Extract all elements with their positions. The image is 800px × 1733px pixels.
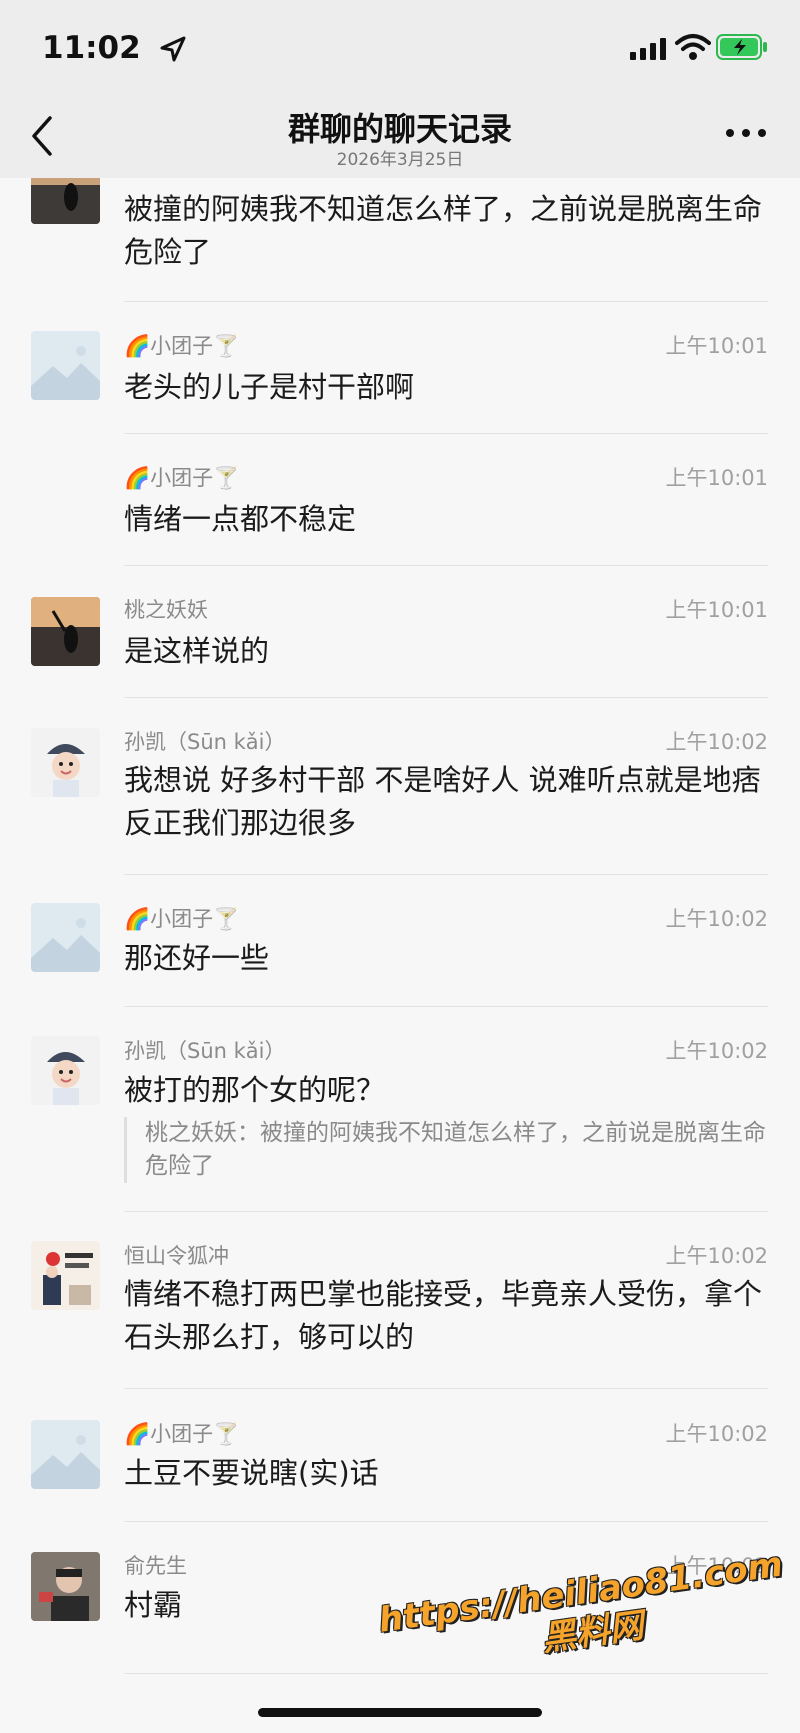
message-text: 那还好一些 (124, 941, 270, 975)
avatar[interactable] (31, 728, 100, 797)
divider (124, 697, 768, 698)
divider (124, 301, 768, 302)
avatar[interactable] (31, 597, 100, 666)
sender-name: 🌈小团子🍸 (124, 907, 240, 931)
message-time: 上午10:02 (665, 907, 768, 931)
sender-name: 俞先生 (124, 1554, 187, 1578)
message-time: 上午10:02 (665, 1422, 768, 1446)
sender-name: 桃之妖妖 (124, 598, 208, 622)
wifi-icon (675, 34, 711, 60)
message-text: 情绪不稳打两巴掌也能接受，毕竟亲人受伤，拿个石头那么打，够可以的 (124, 1277, 763, 1354)
divider (124, 874, 768, 875)
divider (124, 1388, 768, 1389)
message-text: 被打的那个女的呢？ (124, 1073, 386, 1107)
message-text: 情绪一点都不稳定 (124, 502, 357, 536)
location-arrow-icon (160, 36, 186, 62)
avatar[interactable] (31, 1241, 100, 1310)
sender-name: 🌈小团子🍸 (124, 466, 240, 490)
watermark: https://heiliao81.com 黑料网 (376, 1545, 785, 1683)
message-time: 上午10:01 (665, 334, 768, 358)
message-text: 土豆不要说瞎(实)话 (124, 1456, 379, 1490)
battery-charging-icon (716, 34, 767, 60)
divider (124, 433, 768, 434)
message-text: 被撞的阿姨我不知道怎么样了，之前说是脱离生命危险了 (124, 192, 763, 269)
status-time: 11:02 (42, 30, 141, 66)
divider (124, 1211, 768, 1212)
sender-name: 🌈小团子🍸 (124, 334, 240, 358)
message-text: 我想说 好多村干部 不是啥好人 说难听点就是地痞 反正我们那边很多 (124, 763, 761, 840)
message-text: 老头的儿子是村干部啊 (124, 370, 415, 404)
divider (124, 1006, 768, 1007)
sender-name: 恒山令狐冲 (124, 1244, 229, 1268)
quoted-message[interactable]: 桃之妖妖：被撞的阿姨我不知道怎么样了，之前说是脱离生命危险了 (124, 1117, 775, 1183)
message-time: 上午10:02 (665, 1244, 768, 1268)
cellular-signal-icon (630, 38, 666, 60)
sender-name: 孙凯（Sūn kǎi） (124, 730, 286, 754)
sender-name: 🌈小团子🍸 (124, 1422, 240, 1446)
message-text: 是这样说的 (124, 634, 270, 668)
message-time: 上午10:02 (665, 730, 768, 754)
sender-name: 孙凯（Sūn kǎi） (124, 1039, 286, 1063)
page-title: 群聊的聊天记录 (287, 110, 512, 148)
divider (124, 565, 768, 566)
avatar[interactable] (31, 1552, 100, 1621)
message-time: 上午10:01 (665, 598, 768, 622)
divider (124, 1521, 768, 1522)
navigation-header: 11:02 群聊的聊天记录 2026年3月25日 (0, 0, 800, 178)
message-time: 上午10:01 (665, 466, 768, 490)
page-subtitle: 2026年3月25日 (336, 150, 464, 170)
avatar[interactable] (31, 331, 100, 400)
message-time: 上午10:02 (665, 1039, 768, 1063)
avatar[interactable] (31, 1036, 100, 1105)
avatar[interactable] (31, 903, 100, 972)
more-options-icon[interactable] (724, 118, 768, 148)
avatar[interactable] (31, 1420, 100, 1489)
home-indicator[interactable] (258, 1708, 542, 1717)
